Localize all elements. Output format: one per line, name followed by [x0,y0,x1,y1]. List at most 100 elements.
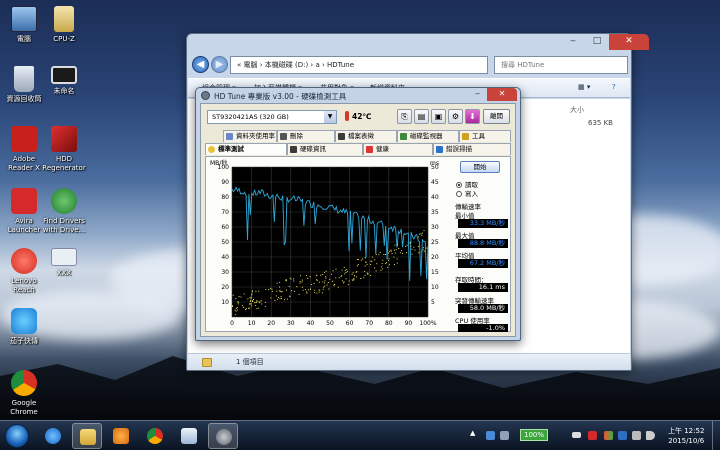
y2-tick-label: 10 [431,284,439,291]
tab-erase[interactable]: 刪除 [277,130,335,142]
internet-explorer-icon [45,428,61,444]
access-time-point [279,281,281,283]
status-bar: 1 個項目 [188,353,630,370]
taskbar-ie[interactable] [38,423,68,449]
copy-text-icon[interactable]: ▤ [414,109,429,124]
options-icon[interactable]: ⚙ [448,109,463,124]
document-icon [181,428,197,444]
save-icon[interactable]: ▣ [431,109,446,124]
access-time-point [322,288,324,290]
taskbar-media-player[interactable] [106,423,136,449]
desktop-icon-shareit[interactable]: 茄子快傳 [0,308,48,346]
size-column-header[interactable]: 大小 [570,105,584,115]
access-time-point [345,278,347,280]
access-time-point [357,264,359,265]
tab-folder-usage[interactable]: 資料夾使用率 [223,130,277,142]
access-time-point [289,295,291,297]
tab-file-benchmark[interactable]: 檔案表徵 [335,130,397,142]
access-time-point [309,276,311,278]
desktop-icon-chrome[interactable]: Google Chrome [0,370,48,417]
close-button[interactable]: ✕ [487,88,517,101]
access-time-point [289,277,291,279]
access-time-point [393,264,395,265]
back-icon[interactable]: ◀ [192,56,209,73]
access-time-point [418,246,420,247]
taskbar-chrome[interactable] [140,423,170,449]
desktop-icon-hdd-regenerator[interactable]: HDD Regenerator [40,126,88,173]
folder-icon [202,358,212,367]
tab-benchmark[interactable]: 標準測試 [205,143,287,155]
system-clock[interactable]: 上午 12:52 2015/10/6 [668,426,704,446]
access-time-point [302,279,303,281]
tab-error-scan[interactable]: 錯誤掃描 [433,143,511,155]
access-time-point [397,243,398,245]
y-tick-label: 100 [218,164,230,171]
desktop-icon-label: Lenovo Reach [11,277,37,294]
tab-disk-info[interactable]: 硬碟資訊 [287,143,363,155]
tray-chevron-icon[interactable]: ▲ [470,429,479,438]
access-time-point [364,270,366,272]
access-time-point [340,276,342,278]
desktop-icon-label: Adobe Reader X [8,155,40,172]
copy-icon[interactable]: ⎘ [397,109,412,124]
start-button[interactable]: 開始 [460,161,500,173]
access-time-point [281,291,283,293]
help-icon[interactable]: ? [612,83,616,91]
minimize-button[interactable]: ‒ [561,34,585,50]
access-time-point [332,270,334,272]
x-tick-label: 10 [248,320,256,327]
taskbar-hdtune[interactable] [208,423,238,449]
tray-app-icon[interactable] [500,431,509,440]
tab-health[interactable]: 健康 [363,143,433,155]
clock-date: 2015/10/6 [668,437,705,445]
tray-app-icon[interactable] [486,431,495,440]
battery-icon[interactable] [572,432,581,438]
desktop-icon-xxx[interactable]: XXX [40,248,88,278]
taskbar-explorer[interactable] [72,423,102,449]
taskbar-notepad[interactable] [174,423,204,449]
access-time-point [254,302,256,304]
close-button[interactable]: ✕ [609,34,649,50]
tab-disk-monitor[interactable]: 磁碟監視器 [397,130,459,142]
address-bar[interactable]: « 電腦 › 本機磁碟 (D:) › a › HDTune [230,56,488,74]
drive-select[interactable]: ST9320421AS (320 GB) ▼ [207,110,337,124]
access-time-point [381,263,383,265]
access-time-point [346,270,348,272]
access-time-point [298,293,300,295]
hdtune-app-icon [201,91,210,100]
access-time-point [257,301,259,303]
desktop-icon-find-drivers[interactable]: Find Drivers with Drive... [40,188,88,235]
battery-indicator[interactable]: 100% [520,429,548,441]
forward-icon[interactable]: ▶ [211,56,228,73]
access-time-point [384,254,386,255]
taskbar: ▲ 100% 上午 12:52 2015/10/6 [0,420,720,450]
flag-icon[interactable] [604,431,613,440]
volume-icon[interactable] [646,431,655,440]
access-time-point [249,303,251,304]
view-options-icon[interactable]: ▦ ▾ [578,83,590,91]
exit-button[interactable]: 離開 [483,109,510,124]
desktop-icon-untitled[interactable]: 未命名 [40,66,88,96]
maximize-button[interactable]: □ [585,34,609,50]
start-button[interactable] [5,424,29,448]
access-time-point [252,301,253,302]
minimize-button[interactable]: ‒ [468,88,487,101]
y2-tick-label: 50 [431,164,439,171]
desktop-icon-cpuz[interactable]: CPU-Z [40,6,88,44]
network-icon[interactable] [632,431,641,440]
download-icon[interactable]: ⬇ [465,109,480,124]
hdtune-window[interactable]: HD Tune 專業版 v3.00 - 硬碟檢測工具 ‒ ✕ ST9320421… [195,87,521,341]
app-tray-icon[interactable] [618,431,627,440]
access-time-point [325,276,327,278]
x-tick-label: 90 [405,320,413,327]
avira-tray-icon[interactable] [588,431,597,440]
access-time-point [356,271,358,273]
y2-tick-label: 35 [431,209,439,216]
access-time-point [413,246,415,248]
tab-tools[interactable]: 工具 [459,130,511,142]
search-input[interactable]: 搜尋 HDTune [494,56,628,74]
access-time-point [243,293,245,295]
write-radio[interactable]: 寫入 [456,188,478,198]
access-time-point [394,252,396,254]
show-desktop-button[interactable] [712,421,720,450]
